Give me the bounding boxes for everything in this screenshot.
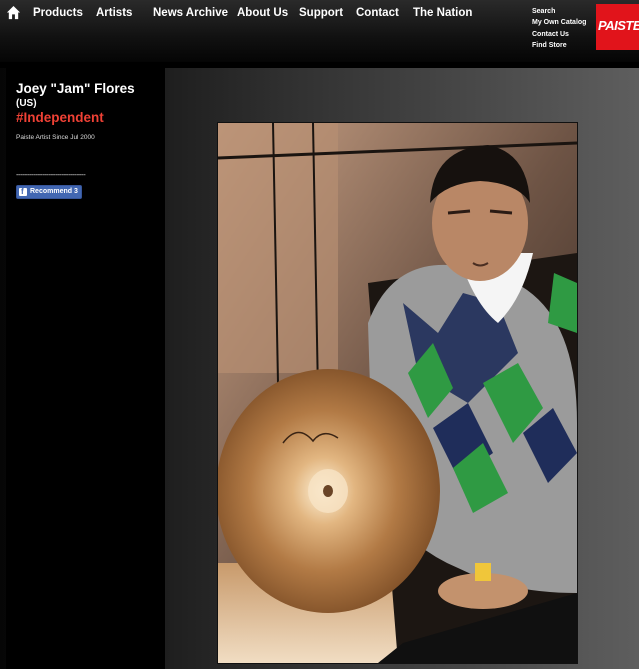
util-contact-us[interactable]: Contact Us bbox=[532, 29, 586, 40]
nav-contact[interactable]: Contact bbox=[356, 7, 399, 19]
facebook-recommend-button[interactable]: Recommend 3 bbox=[16, 185, 82, 199]
util-find-store[interactable]: Find Store bbox=[532, 40, 586, 51]
utility-links: Search My Own Catalog Contact Us Find St… bbox=[532, 6, 586, 51]
artist-name: Joey "Jam" Flores bbox=[16, 81, 135, 96]
logo-text: PAISTE bbox=[598, 18, 639, 33]
nav-support[interactable]: Support bbox=[299, 7, 343, 19]
util-my-own-catalog[interactable]: My Own Catalog bbox=[532, 17, 586, 28]
top-navigation-bar: Products Artists News Archive About Us S… bbox=[0, 0, 639, 62]
nav-news-archive[interactable]: News Archive bbox=[153, 7, 228, 19]
artist-country: (US) bbox=[16, 98, 37, 109]
artist-since: Paiste Artist Since Jul 2000 bbox=[16, 134, 95, 141]
artist-photo bbox=[217, 122, 578, 664]
util-search[interactable]: Search bbox=[532, 6, 586, 17]
main-content: Joey "Jam" Flores (US) #Independent Pais… bbox=[0, 68, 639, 669]
nav-the-nation[interactable]: The Nation bbox=[413, 7, 472, 19]
nav-about-us[interactable]: About Us bbox=[237, 7, 288, 19]
artist-sidebar: Joey "Jam" Flores (US) #Independent Pais… bbox=[6, 68, 165, 669]
home-icon[interactable] bbox=[6, 5, 21, 20]
sidebar-divider: -------------------------------- bbox=[16, 170, 86, 179]
paiste-logo[interactable]: PAISTE bbox=[596, 4, 639, 50]
artist-tag[interactable]: #Independent bbox=[16, 110, 104, 125]
recommend-label: Recommend 3 bbox=[30, 188, 78, 195]
facebook-icon bbox=[19, 186, 27, 198]
nav-products[interactable]: Products bbox=[33, 7, 83, 19]
nav-artists[interactable]: Artists bbox=[96, 7, 132, 19]
